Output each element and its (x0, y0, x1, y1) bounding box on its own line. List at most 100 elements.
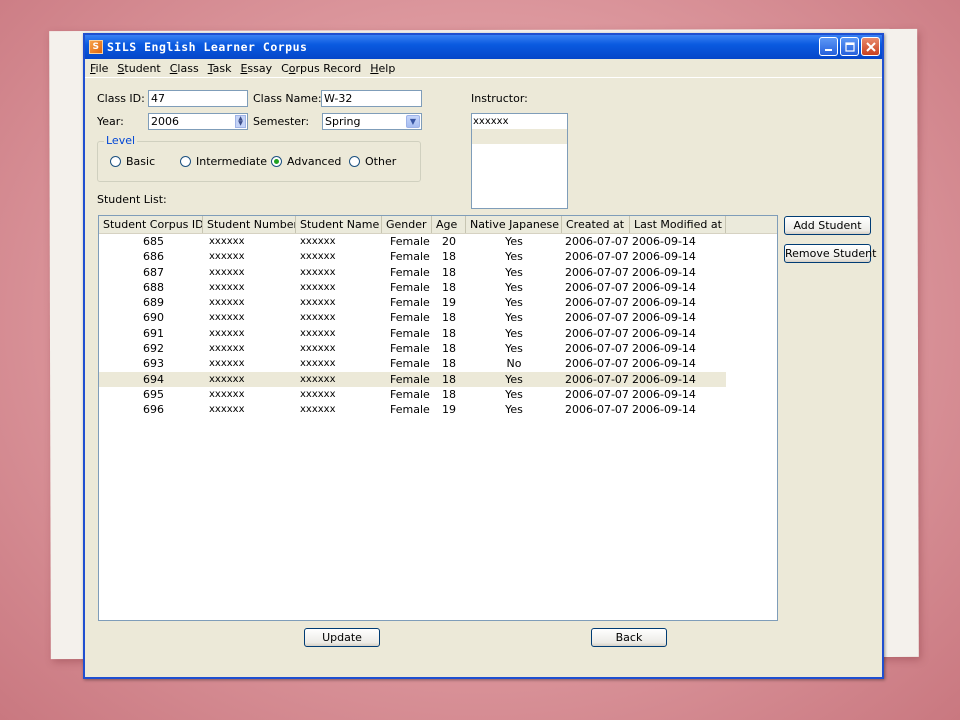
table-cell: 2006-07-07 (565, 296, 629, 310)
year-spinner[interactable]: 2006 ▲ ▼ (148, 113, 248, 130)
table-cell: xxxxxx (209, 388, 245, 400)
student-table[interactable]: Student Corpus ID Student Number Student… (98, 215, 778, 621)
chevron-down-icon[interactable]: ▼ (406, 115, 420, 128)
column-header[interactable]: Age (432, 216, 466, 233)
app-window: S SILS English Learner Corpus File Studen… (83, 33, 884, 679)
menu-item[interactable]: Task (208, 62, 232, 75)
table-cell: 691 (143, 326, 164, 340)
table-cell: 2006-07-07 (565, 235, 629, 248)
level-radio-advanced[interactable]: Advanced (271, 155, 341, 168)
column-header[interactable]: Student Name (296, 216, 382, 233)
menu-item[interactable]: Student (117, 62, 160, 75)
minimize-icon (824, 48, 832, 51)
column-header[interactable]: Student Corpus ID (99, 216, 203, 233)
table-cell: 18 (442, 372, 456, 386)
add-student-button[interactable]: Add Student (784, 216, 871, 235)
table-row[interactable]: 693 xxxxxx xxxxxx Female 18 No 2006-07-07 2006-… (99, 356, 726, 371)
table-cell: Yes (505, 296, 523, 310)
level-groupbox: Level Basic Intermediate Advanced Other (97, 134, 421, 182)
level-radio-intermediate[interactable]: Intermediate (180, 155, 267, 168)
table-cell: 2006-07-07 (565, 387, 629, 401)
table-cell: Female (390, 250, 430, 264)
table-cell: Female (390, 296, 430, 310)
menu-label-part: ssay (247, 61, 273, 75)
table-cell: 18 (442, 387, 456, 401)
table-cell: 690 (143, 311, 164, 325)
class-name-label: Class Name: (253, 92, 322, 105)
table-cell: xxxxxx (300, 388, 336, 400)
table-cell: Yes (505, 342, 523, 356)
table-cell: 2006-07-07 (565, 280, 629, 294)
table-row[interactable]: 695 xxxxxx xxxxxx Female 18 Yes 2006-07-07 2006… (99, 387, 726, 402)
column-header[interactable]: Created at (562, 216, 630, 233)
update-button[interactable]: Update (304, 628, 380, 647)
table-cell: Female (390, 403, 430, 417)
column-header[interactable]: Native Japanese (466, 216, 562, 233)
table-row[interactable]: 685 xxxxxx xxxxxx Female 20 Yes 2006-07-07 2006… (99, 234, 726, 249)
table-cell: xxxxxx (209, 236, 245, 247)
table-cell: 20 (442, 235, 456, 248)
menu-item[interactable]: Essay (240, 62, 272, 75)
table-cell: Yes (505, 311, 523, 325)
table-cell: 2006-09-14 (632, 403, 696, 417)
table-row[interactable]: 688 xxxxxx xxxxxx Female 18 Yes 2006-07-07 2006… (99, 280, 726, 295)
table-cell: 2006-09-14 (632, 372, 696, 386)
table-row-selected[interactable]: 694 xxxxxx xxxxxx Female 18 Yes 2006-07-07 2006… (99, 371, 726, 387)
table-cell: 693 (143, 357, 164, 371)
back-button[interactable]: Back (591, 628, 667, 647)
table-cell: xxxxxx (300, 312, 336, 324)
table-row[interactable]: 690 xxxxxx xxxxxx Female 18 Yes 2006-07-07 2006… (99, 310, 726, 325)
column-header[interactable]: Last Modified at (630, 216, 726, 233)
level-radio-other[interactable]: Other (349, 155, 396, 168)
spinner-arrows-icon[interactable]: ▲ ▼ (235, 115, 246, 128)
instructor-list[interactable]: xxxxxx (471, 113, 568, 209)
table-cell: Female (390, 311, 430, 325)
table-cell: xxxxxx (300, 404, 336, 416)
maximize-button[interactable] (840, 37, 859, 56)
menu-item[interactable]: Help (370, 62, 395, 75)
class-name-field[interactable]: W-32 (321, 90, 422, 107)
radio-label: Basic (126, 155, 156, 168)
table-cell: Female (390, 387, 430, 401)
column-header[interactable]: Gender (382, 216, 432, 233)
table-cell: 18 (442, 311, 456, 325)
table-cell: xxxxxx (300, 327, 336, 339)
menu-item[interactable]: File (90, 62, 108, 75)
remove-student-button[interactable]: Remove Student (784, 244, 876, 263)
window-controls (819, 37, 880, 56)
table-cell: 2006-09-14 (632, 357, 696, 371)
instructor-item[interactable]: xxxxxx (472, 114, 567, 129)
minimize-button[interactable] (819, 37, 838, 56)
table-cell: 2006-07-07 (565, 357, 629, 371)
class-id-field[interactable]: 47 (148, 90, 248, 107)
table-cell: 692 (143, 342, 164, 356)
menu-label-part: lass (177, 61, 199, 75)
radio-label: Other (365, 155, 397, 168)
table-cell: Female (390, 342, 430, 356)
table-cell: xxxxxx (209, 266, 245, 278)
menu-item[interactable]: Class (170, 62, 199, 75)
radio-icon (349, 156, 360, 167)
table-row[interactable]: 696 xxxxxx xxxxxx Female 19 Yes 2006-07-07 2006… (99, 402, 726, 417)
table-cell: No (506, 357, 522, 371)
table-cell: 2006-09-14 (632, 265, 696, 279)
table-row[interactable]: 691 xxxxxx xxxxxx Female 18 Yes 2006-07-07 2006… (99, 326, 726, 341)
menu-label-part: tudent (124, 61, 161, 75)
menu-item[interactable]: Corpus Record (281, 62, 361, 75)
table-cell: Yes (505, 250, 523, 264)
close-icon (865, 41, 876, 52)
class-id-label: Class ID: (97, 92, 145, 105)
table-header: Student Corpus ID Student Number Student… (99, 216, 777, 234)
column-header[interactable]: Student Number (203, 216, 296, 233)
semester-select[interactable]: Spring ▼ (322, 113, 422, 130)
table-row[interactable]: 687 xxxxxx xxxxxx Female 18 Yes 2006-07-07 2006… (99, 265, 726, 280)
title-bar[interactable]: S SILS English Learner Corpus (85, 35, 882, 59)
instructor-item-selected[interactable] (472, 129, 567, 144)
table-row[interactable]: 689 xxxxxx xxxxxx Female 19 Yes 2006-07-07 2006… (99, 295, 726, 310)
table-cell: Female (390, 235, 430, 248)
level-radio-basic[interactable]: Basic (110, 155, 155, 168)
table-cell: 694 (143, 372, 164, 386)
table-row[interactable]: 686 xxxxxx xxxxxx Female 18 Yes 2006-07-07 2006… (99, 249, 726, 264)
table-row[interactable]: 692 xxxxxx xxxxxx Female 18 Yes 2006-07-07 2006… (99, 341, 726, 356)
close-button[interactable] (861, 37, 880, 56)
